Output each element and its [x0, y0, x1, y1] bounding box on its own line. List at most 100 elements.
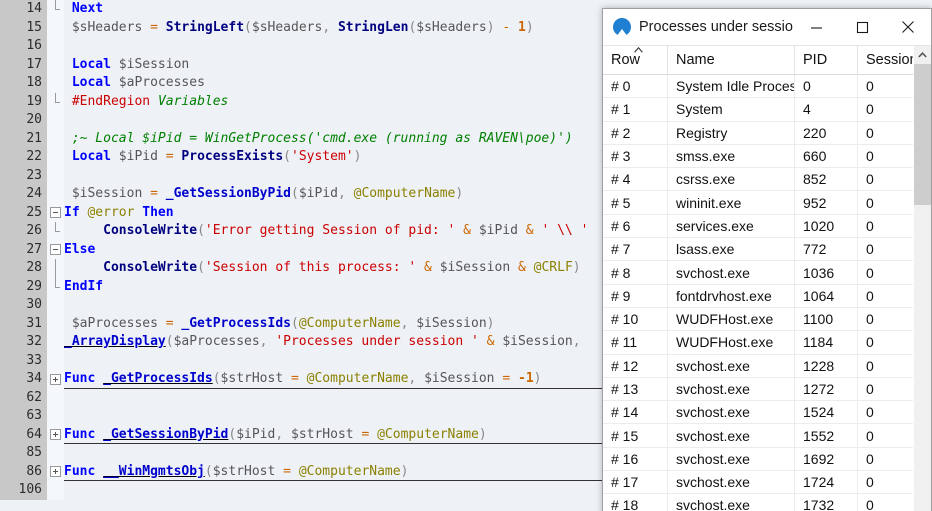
table-row[interactable]: # 10 WUDFHost.exe 1100 0	[603, 307, 931, 332]
table-row[interactable]: # 7 lsass.exe 772 0	[603, 237, 931, 262]
cell-row: # 12	[603, 354, 668, 378]
window-title-bar[interactable]: Processes under session 0	[603, 9, 931, 46]
fold-margin[interactable]	[47, 240, 64, 259]
column-header-label: Session	[866, 52, 918, 68]
table-row[interactable]: # 0 System Idle Process 0 0	[603, 74, 931, 99]
maximize-button[interactable]	[839, 10, 885, 44]
column-header-name[interactable]: Name	[667, 46, 795, 75]
scrollbar-thumb[interactable]	[914, 64, 931, 205]
line-number: 25	[0, 203, 47, 222]
table-row[interactable]: # 8 svchost.exe 1036 0	[603, 260, 931, 285]
line-number: 34	[0, 370, 47, 389]
fold-collapse-icon[interactable]	[50, 207, 61, 218]
table-row[interactable]: # 15 svchost.exe 1552 0	[603, 423, 931, 448]
line-number: 14	[0, 0, 47, 19]
cell-row: # 8	[603, 260, 668, 285]
fold-margin[interactable]	[47, 92, 64, 111]
fold-margin[interactable]	[47, 222, 64, 241]
table-row[interactable]: # 1 System 4 0	[603, 97, 931, 122]
cell-row: # 3	[603, 144, 668, 169]
fold-margin[interactable]	[47, 425, 64, 444]
fold-margin[interactable]	[47, 277, 64, 296]
cell-name: svchost.exe	[667, 400, 795, 425]
line-number: 17	[0, 55, 47, 74]
table-row[interactable]: # 4 csrss.exe 852 0	[603, 167, 931, 192]
cell-row: # 18	[603, 493, 668, 511]
cell-name: WUDFHost.exe	[667, 307, 795, 332]
fold-margin[interactable]	[47, 74, 64, 93]
table-row[interactable]: # 18 svchost.exe 1732 0	[603, 493, 931, 511]
cell-row: # 17	[603, 470, 668, 495]
close-button[interactable]	[885, 10, 931, 44]
fold-margin[interactable]	[47, 0, 64, 19]
process-table: Row Name PID Session # 0 System Idle Pro…	[603, 46, 931, 511]
fold-margin[interactable]	[47, 333, 64, 352]
column-header-row[interactable]: Row	[603, 46, 668, 75]
line-number: 30	[0, 296, 47, 315]
fold-margin[interactable]	[47, 203, 64, 222]
table-row[interactable]: # 14 svchost.exe 1524 0	[603, 400, 931, 425]
fold-margin[interactable]	[47, 444, 64, 463]
cell-row: # 7	[603, 237, 668, 262]
table-row[interactable]: # 16 svchost.exe 1692 0	[603, 447, 931, 472]
table-row[interactable]: # 3 smss.exe 660 0	[603, 144, 931, 169]
table-row[interactable]: # 5 wininit.exe 952 0	[603, 190, 931, 215]
fold-margin[interactable]	[47, 37, 64, 56]
fold-margin[interactable]	[47, 18, 64, 37]
fold-margin[interactable]	[47, 481, 64, 500]
vertical-scrollbar[interactable]	[913, 46, 931, 511]
cell-pid: 952	[794, 190, 858, 215]
table-body: # 0 System Idle Process 0 0 # 1 System 4 0 # 2…	[603, 74, 931, 511]
table-row[interactable]: # 2 Registry 220 0	[603, 121, 931, 145]
cell-row: # 2	[603, 121, 668, 145]
autoit-logo-icon	[613, 18, 631, 37]
table-row[interactable]: # 6 services.exe 1020 0	[603, 214, 931, 239]
fold-margin[interactable]	[47, 462, 64, 481]
line-number: 20	[0, 111, 47, 130]
cell-name: svchost.exe	[667, 423, 795, 448]
cell-row: # 16	[603, 447, 668, 472]
cell-row: # 5	[603, 190, 668, 215]
minimize-button[interactable]	[793, 10, 839, 44]
scroll-up-button[interactable]	[914, 46, 931, 63]
fold-expand-icon[interactable]	[50, 373, 61, 385]
fold-expand-icon[interactable]	[50, 466, 61, 477]
cell-name: svchost.exe	[667, 493, 795, 511]
line-number: 29	[0, 277, 47, 296]
cell-pid: 1692	[794, 447, 858, 472]
fold-margin[interactable]	[47, 129, 64, 148]
line-number: 15	[0, 18, 47, 37]
fold-margin[interactable]	[47, 296, 64, 315]
cell-pid: 1064	[794, 284, 858, 308]
fold-line-icon	[55, 92, 60, 103]
fold-margin[interactable]	[47, 185, 64, 204]
cell-pid: 1036	[794, 260, 858, 285]
cell-pid: 1724	[794, 470, 858, 495]
cell-row: # 14	[603, 400, 668, 425]
cell-name: svchost.exe	[667, 447, 795, 472]
fold-margin[interactable]	[47, 166, 64, 185]
fold-margin[interactable]	[47, 314, 64, 333]
cell-name: csrss.exe	[667, 167, 795, 192]
fold-expand-icon[interactable]	[50, 429, 61, 440]
fold-margin[interactable]	[47, 351, 64, 370]
cell-row: # 1	[603, 97, 668, 122]
fold-margin[interactable]	[47, 148, 64, 167]
table-row[interactable]: # 9 fontdrvhost.exe 1064 0	[603, 284, 931, 308]
array-display-window[interactable]: Processes under session 0	[602, 8, 932, 511]
fold-margin[interactable]	[47, 111, 64, 130]
fold-collapse-icon[interactable]	[50, 244, 61, 255]
table-row[interactable]: # 17 svchost.exe 1724 0	[603, 470, 931, 495]
fold-margin[interactable]	[47, 55, 64, 74]
table-row[interactable]: # 12 svchost.exe 1228 0	[603, 354, 931, 378]
table-row[interactable]: # 13 svchost.exe 1272 0	[603, 377, 931, 402]
process-list-view[interactable]: Row Name PID Session # 0 System Idle Pro…	[603, 46, 931, 511]
fold-margin[interactable]	[47, 370, 64, 389]
line-number: 62	[0, 388, 47, 407]
fold-margin[interactable]	[47, 259, 64, 278]
cell-pid: 1732	[794, 493, 858, 511]
fold-margin[interactable]	[47, 407, 64, 426]
fold-margin[interactable]	[47, 388, 64, 407]
table-row[interactable]: # 11 WUDFHost.exe 1184 0	[603, 330, 931, 355]
column-header-pid[interactable]: PID	[794, 46, 858, 75]
